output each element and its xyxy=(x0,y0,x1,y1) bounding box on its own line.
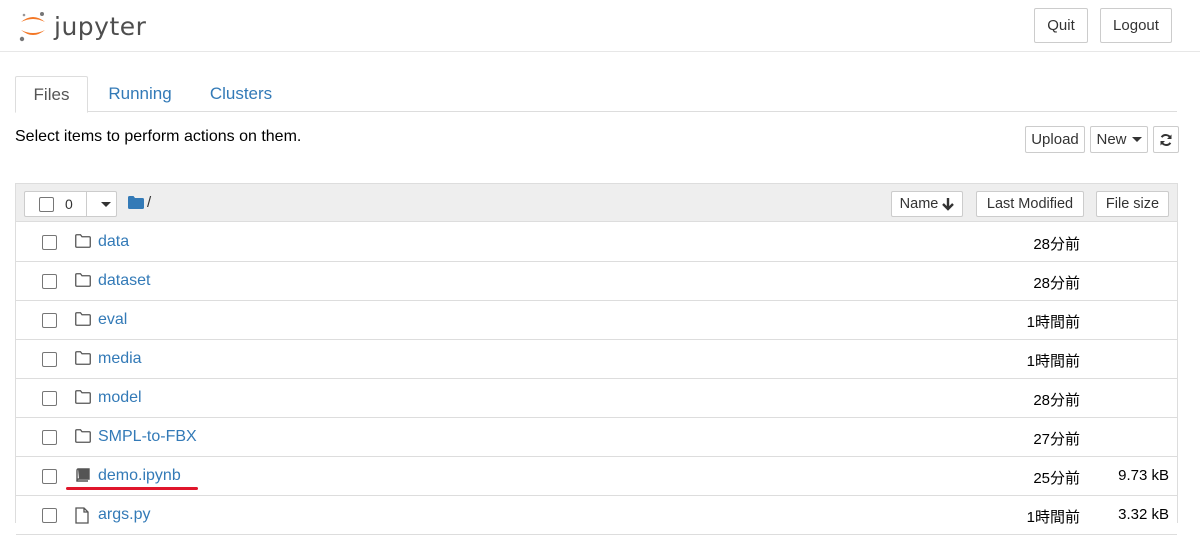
list-item[interactable]: model 28分前 xyxy=(16,379,1177,418)
upload-button[interactable]: Upload xyxy=(1025,126,1085,153)
jupyter-logo[interactable]: jupyter xyxy=(18,8,146,44)
selected-count: 0 xyxy=(65,196,73,212)
file-link[interactable]: eval xyxy=(98,311,127,329)
folder-icon[interactable] xyxy=(128,196,144,214)
chevron-down-icon[interactable] xyxy=(101,202,111,207)
folder-icon xyxy=(75,429,91,448)
modified-time: 1時間前 xyxy=(1026,314,1080,331)
file-link[interactable]: model xyxy=(98,389,142,407)
tab-running[interactable]: Running xyxy=(108,76,171,112)
modified-time: 1時間前 xyxy=(1026,509,1080,526)
highlight-underline xyxy=(66,487,198,490)
quit-button[interactable]: Quit xyxy=(1034,8,1088,43)
folder-icon xyxy=(75,312,91,331)
modified-time: 25分前 xyxy=(1033,470,1080,487)
logo-text: jupyter xyxy=(54,11,147,41)
name-label: Name xyxy=(899,196,939,212)
new-dropdown-button[interactable]: New xyxy=(1090,126,1148,153)
sort-by-modified-button[interactable]: Last Modified xyxy=(976,191,1084,217)
file-link[interactable]: args.py xyxy=(98,506,150,524)
sort-by-name-button[interactable]: Name xyxy=(891,191,963,217)
folder-icon xyxy=(75,390,91,409)
file-list-header: 0 / Name Last Modified File size xyxy=(16,184,1177,222)
header-bar: jupyter Quit Logout xyxy=(0,0,1200,52)
tab-bar: Files Running Clusters xyxy=(15,76,1177,113)
list-item[interactable]: data 28分前 xyxy=(16,223,1177,262)
tab-files[interactable]: Files xyxy=(15,76,88,113)
file-link[interactable]: data xyxy=(98,233,129,251)
list-item[interactable]: demo.ipynb 25分前 9.73 kB xyxy=(16,457,1177,496)
instructions-text: Select items to perform actions on them. xyxy=(15,128,302,145)
logout-button[interactable]: Logout xyxy=(1100,8,1172,43)
folder-icon xyxy=(75,273,91,292)
file-link[interactable]: SMPL-to-FBX xyxy=(98,428,197,446)
refresh-button[interactable] xyxy=(1153,126,1179,153)
modified-time: 28分前 xyxy=(1033,236,1080,253)
file-link[interactable]: dataset xyxy=(98,272,150,290)
file-size: 9.73 kB xyxy=(1118,467,1169,484)
folder-icon xyxy=(75,234,91,253)
select-all-group[interactable]: 0 xyxy=(24,191,117,217)
modified-time: 28分前 xyxy=(1033,392,1080,409)
row-checkbox[interactable] xyxy=(42,235,57,250)
file-link[interactable]: demo.ipynb xyxy=(98,467,181,485)
file-size: 3.32 kB xyxy=(1118,506,1169,523)
file-link[interactable]: media xyxy=(98,350,142,368)
row-checkbox[interactable] xyxy=(42,352,57,367)
divider xyxy=(86,192,87,216)
notebook-icon xyxy=(75,468,91,488)
row-checkbox[interactable] xyxy=(42,313,57,328)
list-item[interactable]: media 1時間前 xyxy=(16,340,1177,379)
modified-time: 28分前 xyxy=(1033,275,1080,292)
row-checkbox[interactable] xyxy=(42,274,57,289)
sort-by-size-button[interactable]: File size xyxy=(1096,191,1169,217)
refresh-icon xyxy=(1160,133,1172,146)
file-list: 0 / Name Last Modified File size data 28… xyxy=(15,183,1178,535)
arrow-down-icon xyxy=(942,197,955,211)
new-label: New xyxy=(1096,131,1127,148)
tab-clusters[interactable]: Clusters xyxy=(210,76,272,112)
list-item[interactable]: dataset 28分前 xyxy=(16,262,1177,301)
file-icon xyxy=(75,507,89,529)
list-item[interactable]: eval 1時間前 xyxy=(16,301,1177,340)
list-item[interactable]: args.py 1時間前 3.32 kB xyxy=(16,496,1177,535)
select-all-checkbox[interactable] xyxy=(39,197,54,212)
folder-icon xyxy=(75,351,91,370)
list-item[interactable]: SMPL-to-FBX 27分前 xyxy=(16,418,1177,457)
row-checkbox[interactable] xyxy=(42,508,57,523)
row-checkbox[interactable] xyxy=(42,430,57,445)
modified-time: 1時間前 xyxy=(1026,353,1080,370)
breadcrumb-path: / xyxy=(147,194,152,211)
modified-time: 27分前 xyxy=(1033,431,1080,448)
chevron-down-icon xyxy=(1131,137,1142,142)
row-checkbox[interactable] xyxy=(42,469,57,484)
jupyter-logo-icon xyxy=(18,9,48,43)
row-checkbox[interactable] xyxy=(42,391,57,406)
